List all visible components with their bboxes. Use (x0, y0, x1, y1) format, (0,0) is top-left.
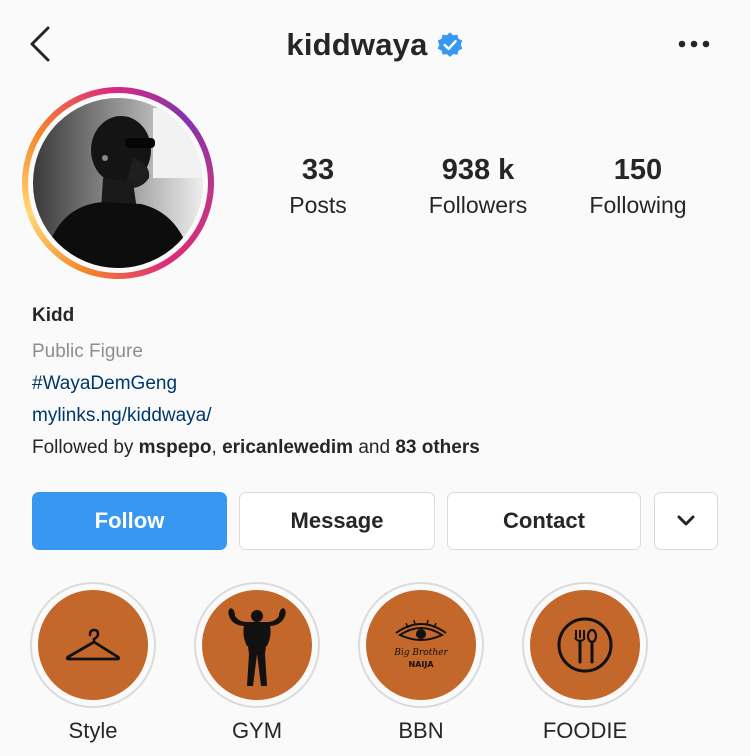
highlight-cover (38, 590, 148, 700)
bio-website-link[interactable]: mylinks.ng/kiddwaya/ (32, 405, 212, 427)
message-button[interactable]: Message (239, 492, 435, 550)
followed-user-1: mspepo (138, 437, 212, 458)
followed-others: 83 others (395, 437, 480, 458)
profile-name: Kidd (32, 305, 75, 326)
contact-button[interactable]: Contact (447, 492, 641, 550)
posts-count: 33 (301, 154, 335, 186)
posts-label: Posts (289, 192, 347, 218)
following-label: Following (589, 192, 687, 218)
chevron-left-icon (30, 26, 50, 62)
stat-following[interactable]: 150 Following (563, 150, 713, 220)
stat-followers[interactable]: 938 k Followers (403, 150, 553, 220)
avatar[interactable] (33, 98, 203, 268)
plate-cutlery-icon (557, 617, 613, 673)
highlight-label: GYM (231, 718, 283, 743)
highlight-cover (530, 590, 640, 700)
profile-category: Public Figure (32, 341, 143, 362)
hanger-icon (65, 628, 121, 661)
suggested-accounts-button[interactable] (654, 492, 718, 550)
followers-count: 938 k (441, 154, 515, 186)
highlight-gym[interactable]: GYM (193, 582, 321, 744)
back-button[interactable] (22, 22, 58, 66)
highlight-foodie[interactable]: FOODIE (521, 582, 649, 744)
highlight-label: FOODIE (542, 718, 628, 743)
followers-label: Followers (428, 192, 528, 218)
bbn-cover-text-1: Big Brother (393, 648, 448, 658)
followed-separator: , (211, 437, 217, 458)
bio-hashtag-link[interactable]: #WayaDemGeng (32, 373, 177, 395)
followed-and: and (358, 437, 391, 458)
follow-button[interactable]: Follow (32, 492, 227, 550)
more-options-button[interactable] (674, 28, 714, 60)
profile-photo (33, 98, 203, 268)
big-brother-naija-icon: Big Brother NAIJA (393, 619, 448, 669)
more-horizontal-icon (678, 40, 710, 48)
chevron-down-icon (677, 515, 695, 526)
stat-posts[interactable]: 33 Posts (243, 150, 393, 220)
highlight-label: BBN (398, 718, 444, 743)
highlight-bbn[interactable]: Big Brother NAIJA BBN (357, 582, 485, 744)
highlight-label: Style (68, 718, 118, 743)
followed-by-prefix: Followed by (32, 437, 134, 458)
highlight-ring (30, 582, 156, 708)
highlight-ring: Big Brother NAIJA (358, 582, 484, 708)
highlight-style[interactable]: Style (29, 582, 157, 744)
highlight-cover (202, 590, 312, 700)
highlight-ring (194, 582, 320, 708)
highlight-ring (522, 582, 648, 708)
verified-badge-icon (437, 32, 462, 57)
highlight-cover: Big Brother NAIJA (366, 590, 476, 700)
page-title: kiddwaya (286, 27, 428, 62)
followed-user-2: ericanlewedim (222, 437, 354, 458)
profile-header: kiddwaya (0, 22, 750, 68)
following-count: 150 (613, 154, 663, 186)
followed-by-text[interactable]: Followed by mspepo, ericanlewedim and 83… (32, 437, 480, 459)
bbn-cover-text-2: NAIJA (408, 660, 434, 669)
bodybuilder-icon (228, 608, 286, 686)
